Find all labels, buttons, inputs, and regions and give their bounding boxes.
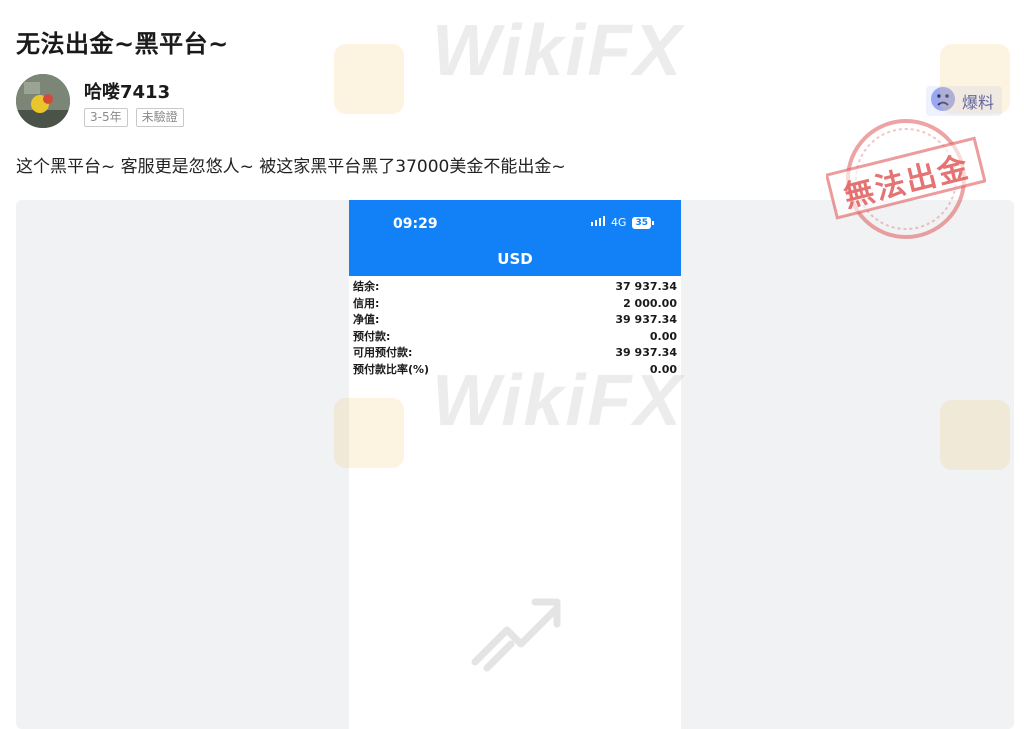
account-row-label: 净值:	[353, 313, 380, 327]
sad-face-icon	[930, 86, 956, 116]
signal-icon	[590, 216, 605, 229]
phone-status-bar: 09:29 4G 35 USD	[349, 200, 681, 276]
account-row: 预付款比率(%) 0.00	[353, 362, 677, 379]
account-row: 净值: 39 937.34	[353, 312, 677, 329]
post-body: 这个黑平台~ 客服更是忽悠人~ 被这家黑平台黑了37000美金不能出金~	[16, 157, 566, 177]
avatar[interactable]	[16, 74, 70, 128]
account-row-label: 结余:	[353, 280, 380, 293]
author-tags: 3-5年 未驗證	[84, 108, 184, 127]
account-row: 可用预付款: 39 937.34	[353, 345, 677, 362]
account-row-value: 0.00	[649, 362, 677, 376]
image-gallery: 09:29 4G 35 USD 结余: 37 937.34 信用: 2 000.…	[16, 200, 1014, 729]
account-row-value: 2 000.00	[623, 296, 677, 310]
account-row-label: 预付款:	[353, 329, 391, 343]
stamp-text: 無法出金	[840, 149, 974, 215]
report-button[interactable]: 爆料	[926, 86, 1003, 116]
network-type: 4G	[610, 216, 627, 229]
status-time: 09:29	[393, 216, 438, 232]
status-icons: 4G 35	[590, 216, 654, 229]
screenshot-image[interactable]: 09:29 4G 35 USD 结余: 37 937.34 信用: 2 000.…	[349, 200, 681, 729]
post-title: 无法出金~黑平台~	[16, 30, 229, 58]
account-row: 结余: 37 937.34	[353, 279, 677, 296]
account-row-label: 可用预付款:	[353, 346, 413, 360]
tag-experience: 3-5年	[84, 108, 128, 127]
account-row-value: 39 937.34	[615, 313, 677, 327]
battery-icon: 35	[632, 216, 654, 229]
account-row-label: 信用:	[353, 296, 380, 310]
account-row: 预付款: 0.00	[353, 329, 677, 346]
username[interactable]: 哈喽7413	[84, 78, 170, 104]
account-row-value: 0.00	[649, 329, 677, 343]
account-row-value: 39 937.34	[615, 346, 677, 360]
trend-arrow-icon	[467, 582, 563, 676]
no-withdrawal-stamp: 無法出金	[824, 114, 987, 248]
account-row-label: 预付款比率(%)	[353, 362, 430, 376]
tag-verification: 未驗證	[135, 108, 184, 127]
account-summary: 结余: 37 937.34 信用: 2 000.00 净值: 39 937.34…	[349, 276, 681, 379]
account-row: 信用: 2 000.00	[353, 296, 677, 313]
account-row-value: 37 937.34	[615, 280, 677, 293]
currency-label: USD	[497, 250, 533, 268]
report-label: 爆料	[962, 93, 995, 112]
